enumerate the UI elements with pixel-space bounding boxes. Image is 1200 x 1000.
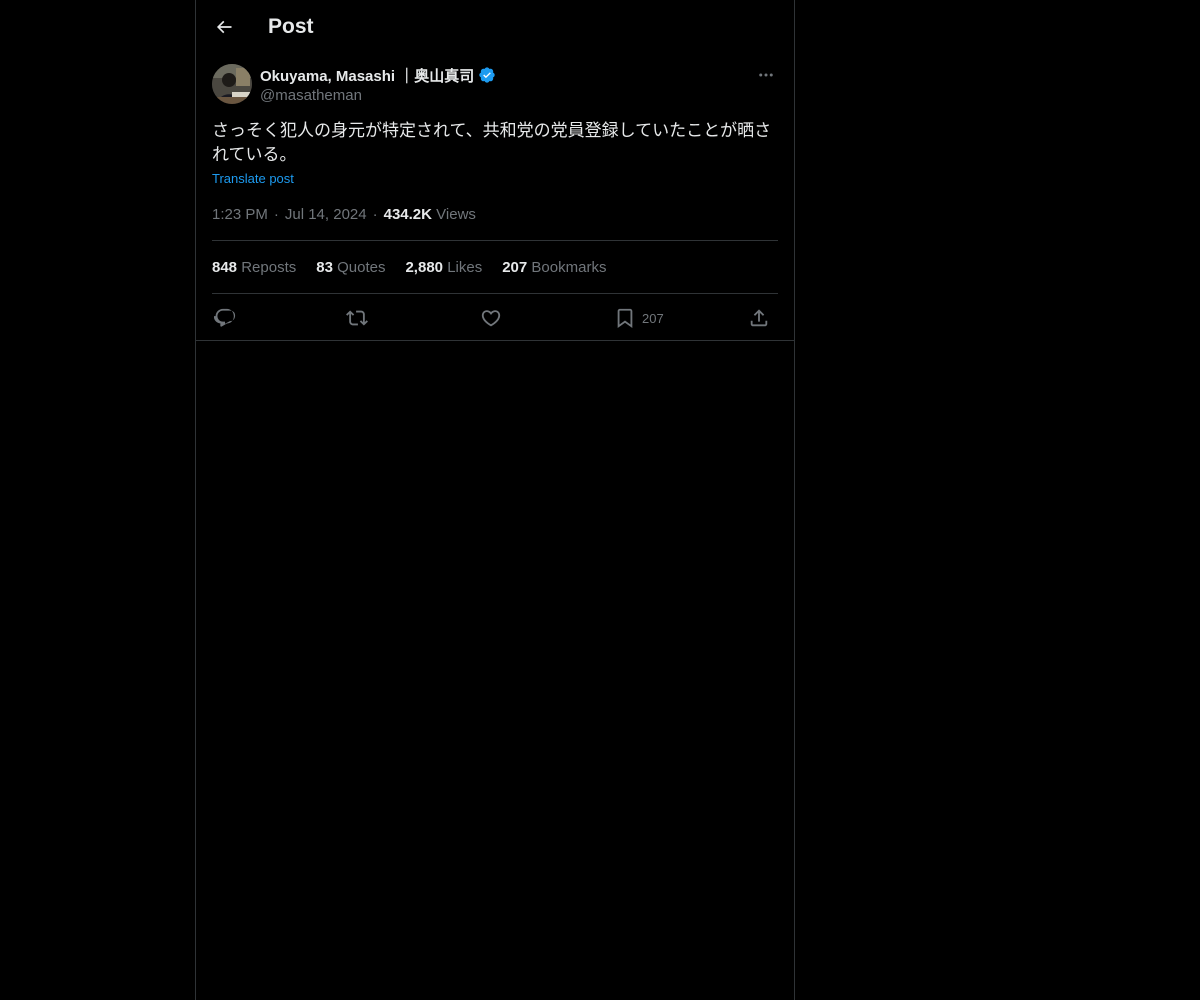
action-bar: 207 (212, 304, 778, 332)
display-name[interactable]: Okuyama, Masashi ｜奥山真司 (260, 65, 474, 86)
reply-icon (214, 308, 236, 327)
quotes-stat[interactable]: 83 Quotes (316, 258, 385, 278)
bookmarks-stat[interactable]: 207 Bookmarks (502, 258, 606, 278)
author-handle[interactable]: @masatheman (260, 86, 362, 106)
arrow-left-icon (216, 20, 232, 34)
avatar[interactable] (212, 64, 252, 104)
author-name-row[interactable]: Okuyama, Masashi ｜奥山真司 (260, 64, 496, 86)
separator-dot: · (372, 206, 378, 223)
post-column: Post Okuyama, Masashi ｜奥山真司 @masatheman … (195, 0, 795, 1000)
post-text: さっそく犯人の身元が特定されて、共和党の党員登録していたことが晒されている。 (212, 121, 772, 165)
separator-dot: · (273, 206, 279, 223)
divider (212, 293, 778, 294)
divider (196, 340, 794, 341)
post-meta: 1:23 PM · Jul 14, 2024 · 434.2K Views (212, 205, 476, 225)
bookmark-count: 207 (642, 310, 664, 326)
post-time[interactable]: 1:23 PM (212, 206, 268, 223)
repost-icon (346, 310, 368, 326)
share-button[interactable] (748, 304, 770, 332)
share-icon (750, 309, 768, 327)
quotes-label: Quotes (337, 259, 386, 276)
likes-stat[interactable]: 2,880 Likes (405, 258, 482, 278)
quotes-count: 83 (316, 259, 333, 276)
bookmarks-label: Bookmarks (531, 259, 607, 276)
like-button[interactable] (480, 304, 502, 332)
bookmarks-count: 207 (502, 259, 528, 276)
verified-badge-icon (478, 66, 496, 84)
page-title: Post (268, 15, 314, 38)
likes-label: Likes (447, 259, 483, 276)
translate-post-link[interactable]: Translate post (212, 171, 294, 187)
repost-button[interactable] (346, 304, 368, 332)
likes-count: 2,880 (405, 259, 444, 276)
views-label: Views (436, 206, 476, 223)
bookmark-icon (617, 308, 633, 329)
post-author: Okuyama, Masashi ｜奥山真司 @masatheman (212, 64, 778, 108)
more-options-button[interactable] (754, 64, 778, 86)
back-button[interactable] (209, 12, 239, 42)
post-date[interactable]: Jul 14, 2024 (285, 206, 367, 223)
post-header: Post (196, 0, 794, 53)
reposts-stat[interactable]: 848 Reposts (212, 258, 296, 278)
reply-button[interactable] (214, 304, 236, 332)
reposts-count: 848 (212, 259, 238, 276)
reposts-label: Reposts (241, 259, 297, 276)
views-count: 434.2K (383, 206, 432, 223)
more-dots-icon (759, 73, 773, 77)
bookmark-button[interactable]: 207 (614, 304, 664, 332)
post-stats: 848 Reposts 83 Quotes 2,880 Likes 207 Bo… (212, 258, 626, 278)
heart-icon (481, 310, 501, 327)
divider (212, 240, 778, 241)
